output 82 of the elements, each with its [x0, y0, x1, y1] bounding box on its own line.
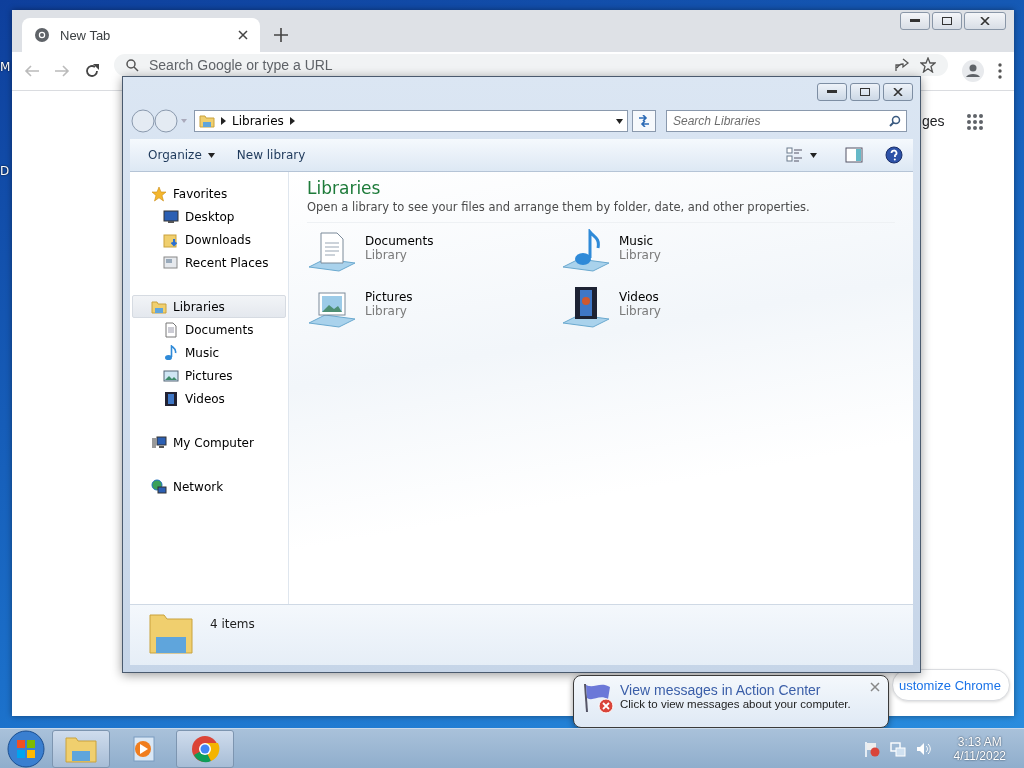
caret-icon	[207, 152, 215, 158]
picture-icon	[163, 367, 179, 384]
library-item[interactable]: Pictures Library	[307, 285, 561, 335]
menu-icon[interactable]	[998, 63, 1002, 79]
minimize-icon	[827, 90, 837, 94]
nav-item[interactable]: My Computer	[132, 431, 286, 454]
avatar-icon[interactable]	[962, 60, 984, 82]
nav-item[interactable]: Libraries	[132, 295, 286, 318]
command-button[interactable]: Organize	[140, 144, 223, 166]
taskbar-button[interactable]	[176, 730, 234, 768]
start-button[interactable]	[4, 730, 48, 768]
item-count: 4 items	[210, 617, 255, 631]
action-center-toast[interactable]: View messages in Action Center Click to view messages about your computer.	[573, 675, 889, 728]
star-icon	[151, 185, 167, 202]
description-text: Open a library to see your files and arrange them by folder, date, and other properties.	[307, 200, 895, 223]
action-center-icon[interactable]	[863, 741, 880, 757]
nav-item[interactable]: Documents	[132, 318, 286, 341]
film-icon	[163, 390, 179, 407]
new-tab-icon[interactable]	[274, 28, 288, 42]
star-icon[interactable]	[920, 57, 936, 73]
nav-item[interactable]: Music	[132, 341, 286, 364]
balloon-text: Click to view messages about your computer.	[620, 698, 852, 710]
close-button[interactable]	[964, 12, 1006, 30]
nav-item[interactable]: Favorites	[132, 182, 286, 205]
breadcrumb-item[interactable]: Libraries	[232, 114, 284, 128]
chevron-icon	[221, 117, 226, 125]
desktop-icon-label: M	[0, 60, 11, 74]
maximize-icon	[860, 88, 870, 96]
minimize-button[interactable]	[900, 12, 930, 30]
close-icon[interactable]	[238, 30, 248, 40]
search-icon	[126, 58, 139, 72]
maximize-icon	[942, 17, 952, 25]
search-field[interactable]: Search Libraries	[666, 110, 907, 132]
images-link[interactable]: ges	[922, 113, 945, 129]
browser-tab[interactable]: New Tab	[22, 18, 260, 52]
globe-monitor-icon	[151, 478, 167, 495]
reload-icon[interactable]	[84, 63, 100, 79]
document-icon	[163, 321, 179, 338]
balloon-title: View messages in Action Center	[620, 682, 822, 698]
folder-icon	[163, 231, 179, 248]
refresh-button[interactable]	[632, 110, 656, 132]
minimize-button[interactable]	[817, 83, 847, 101]
minimize-icon	[910, 19, 920, 23]
desktop-icon-label: D	[0, 164, 10, 178]
chrome-logo-icon	[190, 734, 220, 764]
library-item[interactable]: Videos Library	[561, 285, 815, 335]
library-folder-icon	[151, 298, 167, 315]
refresh-icon	[637, 115, 651, 127]
computer-icon	[151, 434, 167, 451]
command-button[interactable]: New library	[228, 144, 314, 166]
close-button[interactable]	[883, 83, 913, 101]
close-icon	[893, 88, 903, 96]
page-heading: Libraries	[307, 178, 382, 198]
folder-icon	[64, 734, 98, 764]
library-item[interactable]: Documents Library	[307, 229, 561, 279]
help-icon[interactable]	[885, 146, 903, 164]
share-icon[interactable]	[894, 57, 910, 73]
maximize-button[interactable]	[850, 83, 880, 101]
music-note-icon	[163, 344, 179, 361]
caret-icon	[616, 118, 623, 124]
search-icon	[889, 115, 901, 127]
address-bar[interactable]: Libraries	[194, 110, 628, 132]
library-item[interactable]: Music Library	[561, 229, 815, 279]
preview-pane-icon[interactable]	[845, 147, 863, 163]
library-folder-icon	[199, 113, 215, 129]
nav-item[interactable]: Downloads	[132, 228, 286, 251]
nav-item[interactable]: Recent Places	[132, 251, 286, 274]
nav-item[interactable]: Videos	[132, 387, 286, 410]
nav-item[interactable]: Network	[132, 475, 286, 498]
nav-item[interactable]: Pictures	[132, 364, 286, 387]
chrome-logo-icon	[34, 27, 50, 43]
nav-item[interactable]: Desktop	[132, 205, 286, 228]
customize-chrome-button[interactable]: ustomize Chrome	[892, 669, 1010, 701]
view-options-icon[interactable]	[786, 147, 804, 163]
close-icon	[980, 17, 990, 25]
apps-grid-icon[interactable]	[966, 113, 984, 131]
chevron-icon	[289, 117, 295, 125]
flag-error-icon	[582, 682, 614, 714]
dropdown-caret-icon	[810, 152, 817, 158]
monitor-icon	[163, 208, 179, 225]
address-bar[interactable]: Search Google or type a URL	[114, 54, 948, 76]
maximize-button[interactable]	[932, 12, 962, 30]
